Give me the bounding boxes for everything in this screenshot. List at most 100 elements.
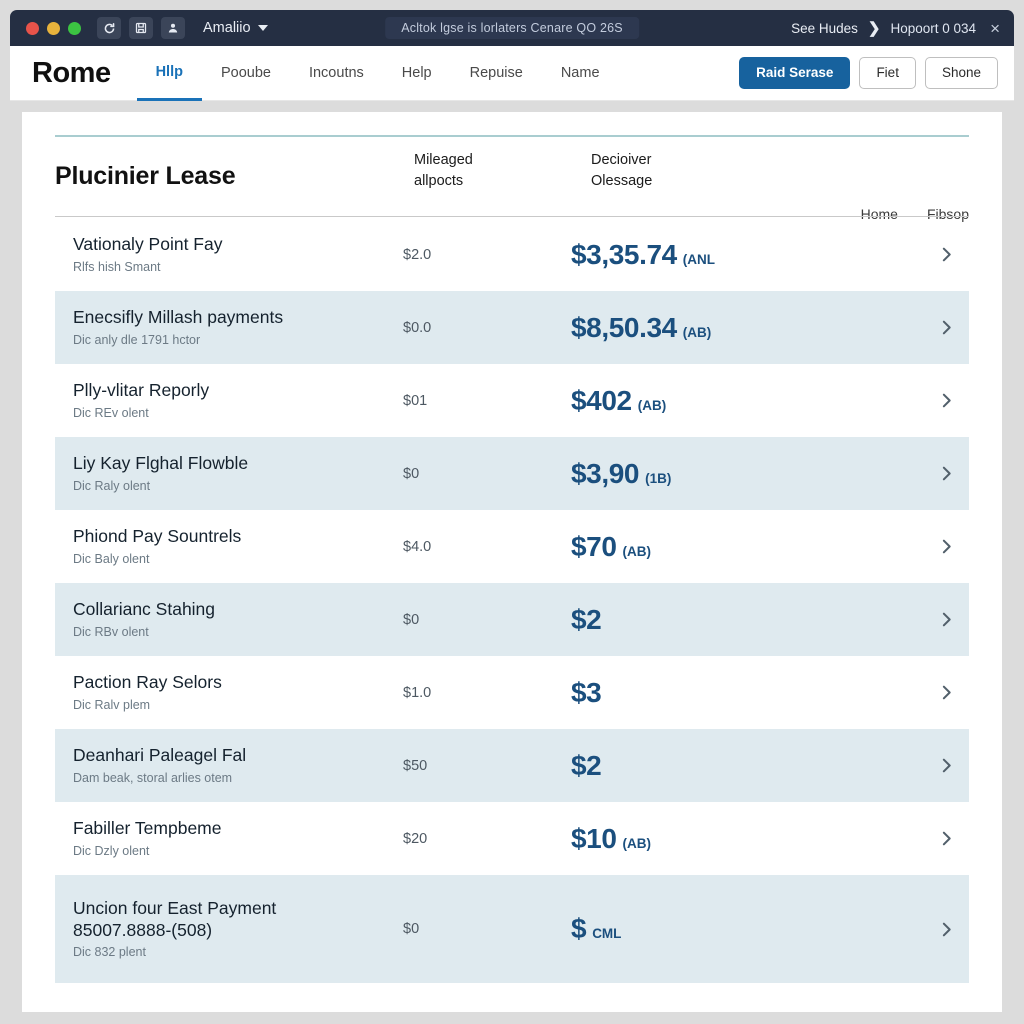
nav-item-hllp[interactable]: Hllp (136, 46, 202, 101)
table-row[interactable]: Liy Kay Flghal Flowble Dic Raly olent $0… (55, 437, 969, 510)
row-amount: $402 (571, 384, 632, 416)
row-main: Enecsifly Millash payments Dic anly dle … (73, 307, 403, 347)
address-bar[interactable]: Acltok lgse is lorlaters Cenare QO 26S (385, 17, 639, 39)
chevron-right-icon[interactable] (923, 921, 969, 938)
brand-logo[interactable]: Rome (32, 57, 111, 90)
chevron-right-icon[interactable] (923, 830, 969, 847)
titlebar-breadcrumb-secondary[interactable]: Hopoort 0 034 (891, 21, 977, 36)
row-title: Fabiller Tempbeme (73, 818, 222, 839)
row-title: Phiond Pay Sountrels (73, 526, 242, 547)
row-middle-value: $0 (403, 611, 420, 628)
row-amount-suffix: (ANL (682, 251, 716, 267)
nav-item-repuise[interactable]: Repuise (451, 46, 542, 101)
nav-item-pooube[interactable]: Pooube (202, 46, 290, 101)
table-row[interactable]: Fabiller Tempbeme Dic Dzly olent $20 $10… (55, 802, 969, 875)
row-amount: $3,90 (571, 457, 640, 489)
column-header-decioiver: Decioiver Olessage (591, 152, 653, 190)
table-row[interactable]: Phiond Pay Sountrels Dic Baly olent $4.0… (55, 510, 969, 583)
row-amount-suffix: (AB) (622, 543, 652, 559)
window-titlebar: Amaliio Acltok lgse is lorlaters Cenare … (10, 10, 1014, 46)
header-divider (55, 216, 969, 217)
chevron-right-icon[interactable] (923, 757, 969, 774)
row-amount: $2 (571, 749, 602, 781)
nav-item-name[interactable]: Name (542, 46, 619, 101)
account-menu[interactable]: Amaliio (203, 20, 268, 36)
row-amount: $2 (571, 603, 602, 635)
row-title: Uncion four East Payment 85007.8888-(508… (73, 898, 277, 940)
chevron-right-icon[interactable] (923, 684, 969, 701)
table-row[interactable]: Collarianc Stahing Dic RBv olent $0 $2 (55, 583, 969, 656)
row-amount-group: $ CML (571, 913, 923, 945)
chevron-right-icon[interactable] (923, 538, 969, 555)
chevron-right-icon[interactable] (923, 611, 969, 628)
row-main: Paction Ray Selors Dic Ralv plem (73, 672, 403, 712)
nav-actions: Raid Serase Fiet Shone (739, 56, 998, 90)
row-middle-value: $2.0 (403, 246, 432, 263)
chevron-right-icon[interactable] (923, 465, 969, 482)
content-card: Plucinier Lease Mileaged allpocts Decioi… (22, 112, 1002, 1012)
row-amount-suffix: (AB) (682, 324, 712, 340)
nav-links: Hllp Pooube Incoutns Help Repuise Name (136, 46, 619, 101)
row-amount-group: $402 (AB) (571, 385, 923, 417)
row-amount: $8,50.34 (571, 311, 677, 343)
row-main: Liy Kay Flghal Flowble Dic Raly olent (73, 453, 403, 493)
table-row[interactable]: Uncion four East Payment 85007.8888-(508… (55, 875, 969, 983)
row-title: Deanhari Paleagel Fal (73, 745, 247, 766)
table-row[interactable]: Enecsifly Millash payments Dic anly dle … (55, 291, 969, 364)
row-subtitle: Dic RBv olent (73, 624, 149, 639)
row-amount-suffix: CML (592, 926, 622, 941)
refresh-icon[interactable] (97, 17, 121, 39)
row-subtitle: Dic 832 plent (73, 944, 146, 959)
close-window-button[interactable] (26, 21, 39, 35)
row-subtitle: Dic Raly olent (73, 478, 151, 493)
row-amount: $3,35.74 (571, 238, 677, 270)
row-amount: $ (571, 913, 587, 944)
shone-button[interactable]: Shone (924, 56, 998, 90)
row-middle-value: $20 (403, 830, 428, 847)
column-header-mileaged: Mileaged allpocts (414, 152, 473, 190)
row-amount: $10 (571, 822, 617, 854)
row-amount-group: $3,90 (1B) (571, 458, 923, 490)
row-subtitle: Rlfs hish Smant (73, 259, 161, 274)
app-window: Amaliio Acltok lgse is lorlaters Cenare … (0, 0, 1024, 1024)
raid-serase-button[interactable]: Raid Serase (739, 56, 851, 90)
nav-item-incoutns[interactable]: Incoutns (290, 46, 383, 101)
chevron-right-icon[interactable] (923, 319, 969, 336)
titlebar-breadcrumb-primary[interactable]: See Hudes (791, 21, 858, 36)
row-subtitle: Dam beak, storal arlies otem (73, 770, 233, 785)
main-navbar: Rome Hllp Pooube Incoutns Help Repuise N… (10, 46, 1014, 101)
chevron-right-icon[interactable] (923, 392, 969, 409)
window-controls (26, 21, 81, 35)
row-middle-value: $01 (403, 392, 428, 409)
row-subtitle: Dic REv olent (73, 405, 149, 420)
row-main: Collarianc Stahing Dic RBv olent (73, 599, 403, 639)
table-row[interactable]: Vationaly Point Fay Rlfs hish Smant $2.0… (55, 218, 969, 291)
row-middle-value: $0.0 (403, 319, 432, 336)
row-amount-group: $2 (571, 604, 923, 636)
account-icon[interactable] (161, 17, 185, 39)
table-row[interactable]: Plly-vlitar Reporly Dic REv olent $01 $4… (55, 364, 969, 437)
row-main: Phiond Pay Sountrels Dic Baly olent (73, 526, 403, 566)
row-amount-suffix: (1B) (645, 470, 672, 486)
row-title: Plly-vlitar Reporly (73, 380, 210, 401)
row-title: Paction Ray Selors (73, 672, 222, 693)
close-icon[interactable]: × (990, 20, 1000, 37)
nav-item-help[interactable]: Help (383, 46, 451, 101)
row-middle-value: $50 (403, 757, 428, 774)
save-icon[interactable] (129, 17, 153, 39)
fiet-button[interactable]: Fiet (859, 56, 916, 90)
minimize-window-button[interactable] (47, 21, 60, 35)
row-amount-group: $8,50.34 (AB) (571, 312, 923, 344)
row-amount-group: $70 (AB) (571, 531, 923, 563)
row-middle-value: $4.0 (403, 538, 432, 555)
row-subtitle: Dic Ralv plem (73, 697, 151, 712)
row-main: Deanhari Paleagel Fal Dam beak, storal a… (73, 745, 403, 785)
row-title: Collarianc Stahing (73, 599, 216, 620)
row-title: Enecsifly Millash payments (73, 307, 284, 328)
table-row[interactable]: Paction Ray Selors Dic Ralv plem $1.0 $3 (55, 656, 969, 729)
table-row[interactable]: Deanhari Paleagel Fal Dam beak, storal a… (55, 729, 969, 802)
row-main: Vationaly Point Fay Rlfs hish Smant (73, 234, 403, 274)
row-subtitle: Dic anly dle 1791 hctor (73, 332, 201, 347)
chevron-right-icon[interactable] (923, 246, 969, 263)
maximize-window-button[interactable] (68, 21, 81, 35)
